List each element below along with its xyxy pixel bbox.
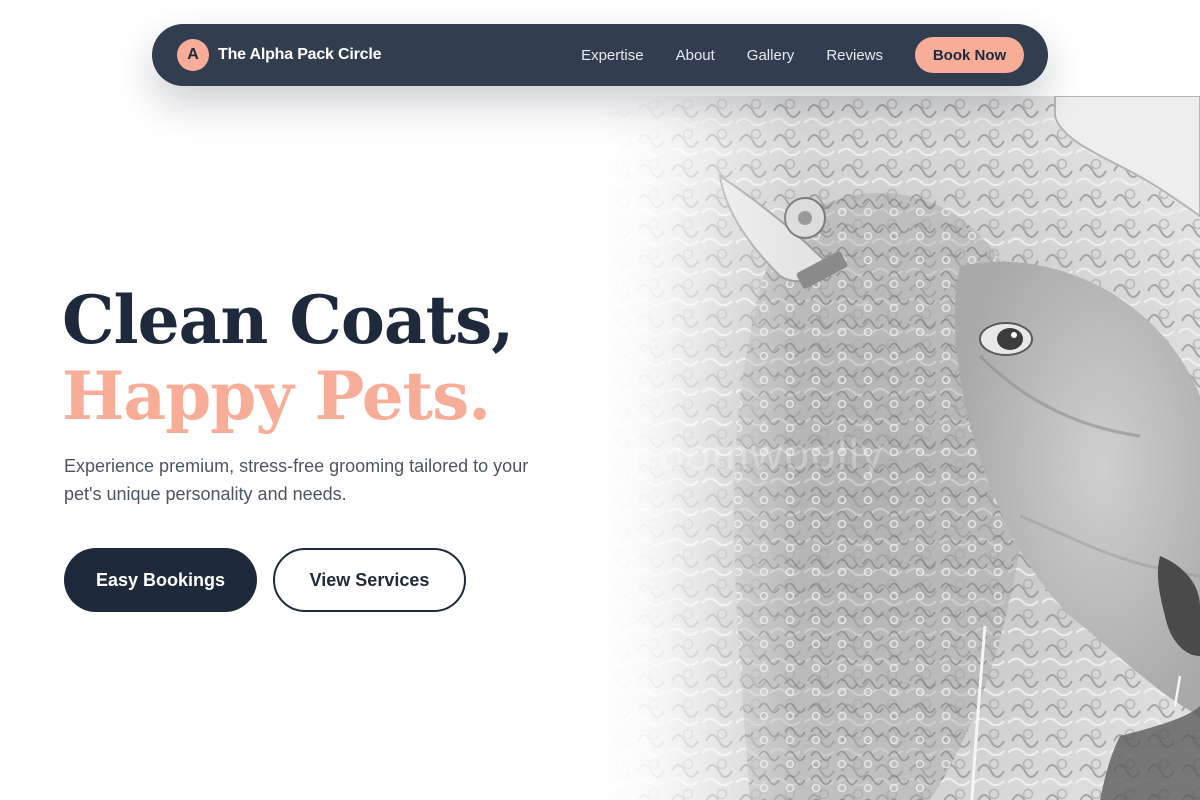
- nav-link-about[interactable]: About: [676, 47, 715, 64]
- hero-subtext: Experience premium, stress-free grooming…: [64, 456, 529, 504]
- sheep-photo-illustration: [600, 96, 1200, 800]
- headline-line-1: Clean Coats,: [62, 281, 514, 359]
- view-services-button[interactable]: View Services: [273, 548, 466, 612]
- nav-links: Expertise About Gallery Reviews Book Now: [581, 37, 1024, 73]
- headline-line-2: Happy Pets.: [62, 357, 491, 435]
- nav-link-expertise[interactable]: Expertise: [581, 47, 644, 64]
- easy-bookings-button[interactable]: Easy Bookings: [64, 548, 257, 612]
- book-now-button[interactable]: Book Now: [915, 37, 1024, 73]
- nav-link-gallery[interactable]: Gallery: [747, 47, 795, 64]
- hero-image-sheep: groomwoolly: [600, 96, 1200, 800]
- nav-link-reviews[interactable]: Reviews: [826, 47, 883, 64]
- brand[interactable]: A The Alpha Pack Circle: [177, 39, 381, 71]
- brand-logo-badge: A: [177, 39, 209, 71]
- top-navbar: A The Alpha Pack Circle Expertise About …: [152, 24, 1048, 86]
- hero-headline: Clean Coats, Happy Pets.: [62, 281, 514, 435]
- brand-name: The Alpha Pack Circle: [218, 46, 382, 63]
